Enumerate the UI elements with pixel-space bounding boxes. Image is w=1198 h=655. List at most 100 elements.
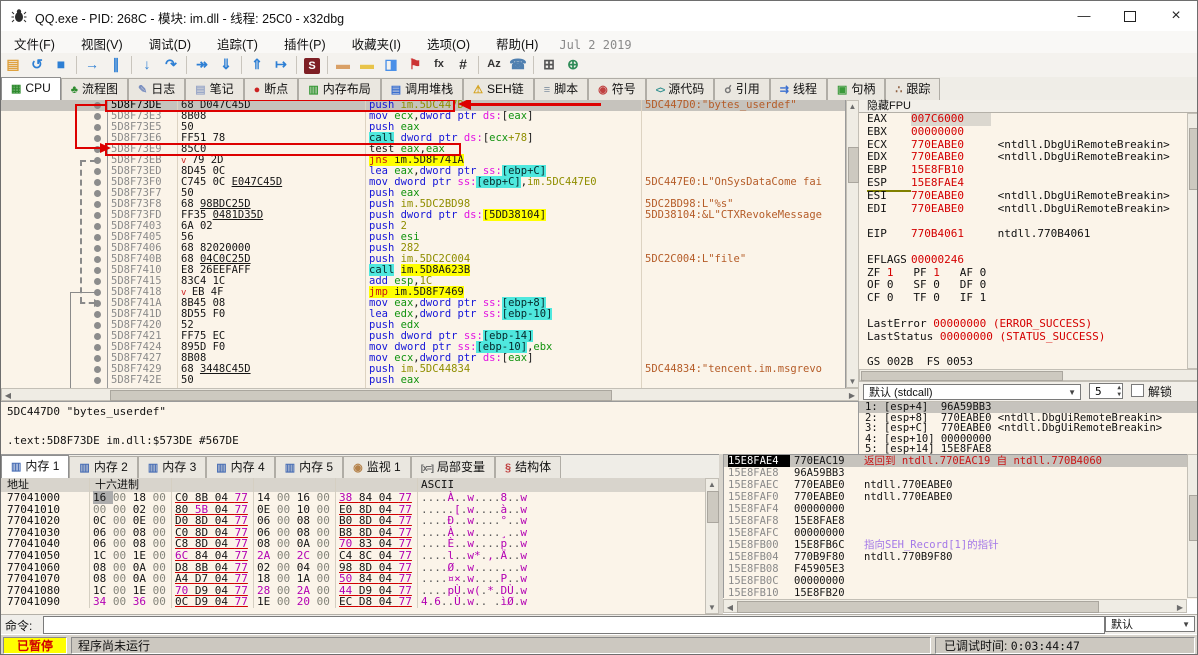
tab-references[interactable]: ☌ 引用 (714, 78, 770, 100)
stack-row[interactable]: 15E8FAF0 770EABE0 ntdll.770EABE0 (724, 491, 1197, 503)
command-profile-select[interactable]: 默认 ▼ (1105, 616, 1195, 632)
tab-log[interactable]: ✎ 日志 (127, 78, 186, 100)
disasm-vscrollbar[interactable]: ▲ ▼ (846, 100, 859, 388)
calling-convention-select[interactable]: 默认 (stdcall) ▼ (863, 384, 1081, 400)
argument-row[interactable]: 1: [esp+4] 96A59BB3 (859, 402, 1197, 413)
calculator-button[interactable]: ⊞ (537, 53, 561, 75)
breakpoint-dot[interactable] (94, 311, 101, 318)
assembler-button[interactable]: ☎ (506, 53, 530, 75)
breakpoint-dot[interactable] (94, 245, 101, 252)
open-file-button[interactable]: ▤ (1, 53, 25, 75)
bookmarks-button[interactable]: ⚑ (403, 53, 427, 75)
breakpoint-dot[interactable] (94, 168, 101, 175)
stack-row[interactable]: 15E8FAF8 15E8FAE8 (724, 515, 1197, 527)
tab-struct[interactable]: § 结构体 (495, 456, 562, 478)
tab-dump-5[interactable]: ▥ 内存 5 (274, 456, 344, 478)
breakpoint-dot[interactable] (94, 377, 101, 384)
menu-item-插件P[interactable]: 插件(P) (271, 31, 339, 53)
tab-dump-2[interactable]: ▥ 内存 2 (69, 456, 138, 478)
disasm-row[interactable]: 5D8F742E 50 push eax (1, 375, 845, 386)
stack-pane[interactable]: 15E8FAE4 770EAC19 返回到 ntdll.770EAC19 自 ntd… (723, 454, 1197, 599)
breakpoint-dot[interactable] (94, 333, 101, 340)
stack-row[interactable]: 15E8FB0C 00000000 (724, 575, 1197, 587)
tab-graph[interactable]: ♣ 流程图 (60, 78, 128, 100)
stack-row[interactable]: 15E8FB00 15E8FB6C 指向SEH_Record[1]的指针 (724, 539, 1197, 551)
tab-source[interactable]: <> 源代码 (645, 78, 715, 100)
breakpoint-dot[interactable] (94, 201, 101, 208)
case-convert-button[interactable]: Az (482, 53, 506, 75)
register-row[interactable]: EIP 770B4061 ntdll.770B4061 (859, 227, 1197, 241)
menu-item-追踪T[interactable]: 追踪(T) (204, 31, 271, 53)
script-s-button[interactable]: S (300, 53, 324, 75)
patches-button[interactable]: ▬ (331, 53, 355, 75)
register-row[interactable]: EDX 770EABE0 <ntdll.DbgUiRemoteBreakin> (859, 150, 1197, 164)
breakpoint-dot[interactable] (94, 179, 101, 186)
register-row[interactable]: CF 0 TF 0 IF 1 (859, 291, 1197, 305)
scroll-right-arrow[interactable]: ▶ (1175, 603, 1185, 612)
tab-call-stack[interactable]: ▤ 调用堆栈 (380, 78, 464, 100)
scroll-thumb[interactable] (707, 491, 719, 523)
scroll-thumb[interactable] (861, 371, 1063, 381)
breakpoint-dot[interactable] (94, 113, 101, 120)
dump-vscrollbar[interactable]: ▲ ▼ (705, 478, 719, 614)
step-into-button[interactable]: ↓ (135, 53, 159, 75)
pause-button[interactable]: ∥ (104, 53, 128, 75)
breakpoint-dot[interactable] (94, 135, 101, 142)
breakpoint-dot[interactable] (94, 267, 101, 274)
maximize-button[interactable] (1107, 1, 1153, 31)
stack-row[interactable]: 15E8FB08 F45905E3 (724, 563, 1197, 575)
dump-row[interactable]: 77041090 34 00 36 00 0C D9 04 77 1E 00 20 0… (1, 596, 705, 608)
tab-script[interactable]: ≡ 脚本 (533, 78, 589, 100)
scroll-up-arrow[interactable]: ▲ (847, 102, 858, 111)
scroll-thumb[interactable] (1189, 128, 1197, 190)
breakpoint-dot[interactable] (94, 124, 101, 131)
command-input[interactable] (43, 616, 1105, 634)
menu-item-视图V[interactable]: 视图(V) (68, 31, 136, 53)
stack-row[interactable]: 15E8FAEC 770EABE0 ntdll.770EABE0 (724, 479, 1197, 491)
labels-button[interactable]: ◨ (379, 53, 403, 75)
scroll-thumb[interactable] (110, 390, 612, 401)
tab-trace[interactable]: ∴ 跟踪 (885, 78, 941, 100)
tab-cpu[interactable]: ▦ CPU (1, 77, 61, 100)
tab-memory-map[interactable]: ▥ 内存布局 (298, 78, 381, 100)
check-hash-button[interactable]: # (451, 53, 475, 75)
register-row[interactable]: GS 002B FS 0053 (859, 355, 1197, 369)
stack-row[interactable]: 15E8FAE8 96A59BB3 (724, 467, 1197, 479)
tab-watch-1[interactable]: ◉ 监视 1 (343, 456, 411, 478)
tab-seh[interactable]: ⚠ SEH链 (463, 78, 534, 100)
comments-button[interactable]: ▬ (355, 53, 379, 75)
disassembly-pane[interactable]: 5D8F73DE 68 D047C45D push im.5DC447D0 5DC44… (1, 100, 846, 388)
tab-dump-3[interactable]: ▥ 内存 3 (137, 456, 207, 478)
menu-item-文件F[interactable]: 文件(F) (1, 31, 68, 53)
dump-pane[interactable]: 77041000 16 00 18 00 C0 8B 04 77 14 00 16 0… (1, 491, 705, 613)
functions-button[interactable]: fx (427, 53, 451, 75)
tab-dump-1[interactable]: ▥ 内存 1 (1, 455, 70, 478)
breakpoint-dot[interactable] (94, 278, 101, 285)
argument-count-stepper[interactable]: 5 ▲ ▼ (1089, 383, 1123, 399)
unlock-checkbox[interactable] (1131, 384, 1144, 397)
stack-row[interactable]: 15E8FB04 770B9F80 ntdll.770B9F80 (724, 551, 1197, 563)
step-over-button[interactable]: ↷ (159, 53, 183, 75)
run-to-user-code-button[interactable]: ↠ (190, 53, 214, 75)
run-button[interactable]: → (80, 53, 104, 75)
stack-hscrollbar[interactable]: ◀ ▶ (723, 599, 1187, 613)
registers-hscrollbar[interactable] (859, 369, 1197, 381)
scroll-left-arrow[interactable]: ◀ (3, 391, 13, 400)
run-until-expression-button[interactable]: ⇑ (245, 53, 269, 75)
menu-item-调试D[interactable]: 调试(D) (136, 31, 204, 53)
stack-row[interactable]: 15E8FAE4 770EAC19 返回到 ntdll.770EAC19 自 ntd… (724, 455, 1197, 467)
close-button[interactable]: × (1153, 1, 1197, 31)
breakpoint-dot[interactable] (94, 234, 101, 241)
scroll-thumb[interactable] (1189, 495, 1197, 541)
stepper-arrows[interactable]: ▲ ▼ (1117, 384, 1121, 398)
register-row[interactable]: LastStatus 00000000 (STATUS_SUCCESS) (859, 330, 1197, 344)
scroll-thumb[interactable] (737, 601, 1099, 613)
tab-dump-4[interactable]: ▥ 内存 4 (206, 456, 275, 478)
tab-locals[interactable]: [x=] 局部变量 (410, 456, 496, 478)
tab-breakpoints[interactable]: ● 断点 (243, 78, 299, 100)
breakpoint-dot[interactable] (94, 212, 101, 219)
scroll-up-arrow[interactable]: ▲ (706, 480, 718, 489)
breakpoint-dot[interactable] (94, 366, 101, 373)
breakpoint-dot[interactable] (94, 355, 101, 362)
register-row[interactable] (859, 241, 1197, 254)
